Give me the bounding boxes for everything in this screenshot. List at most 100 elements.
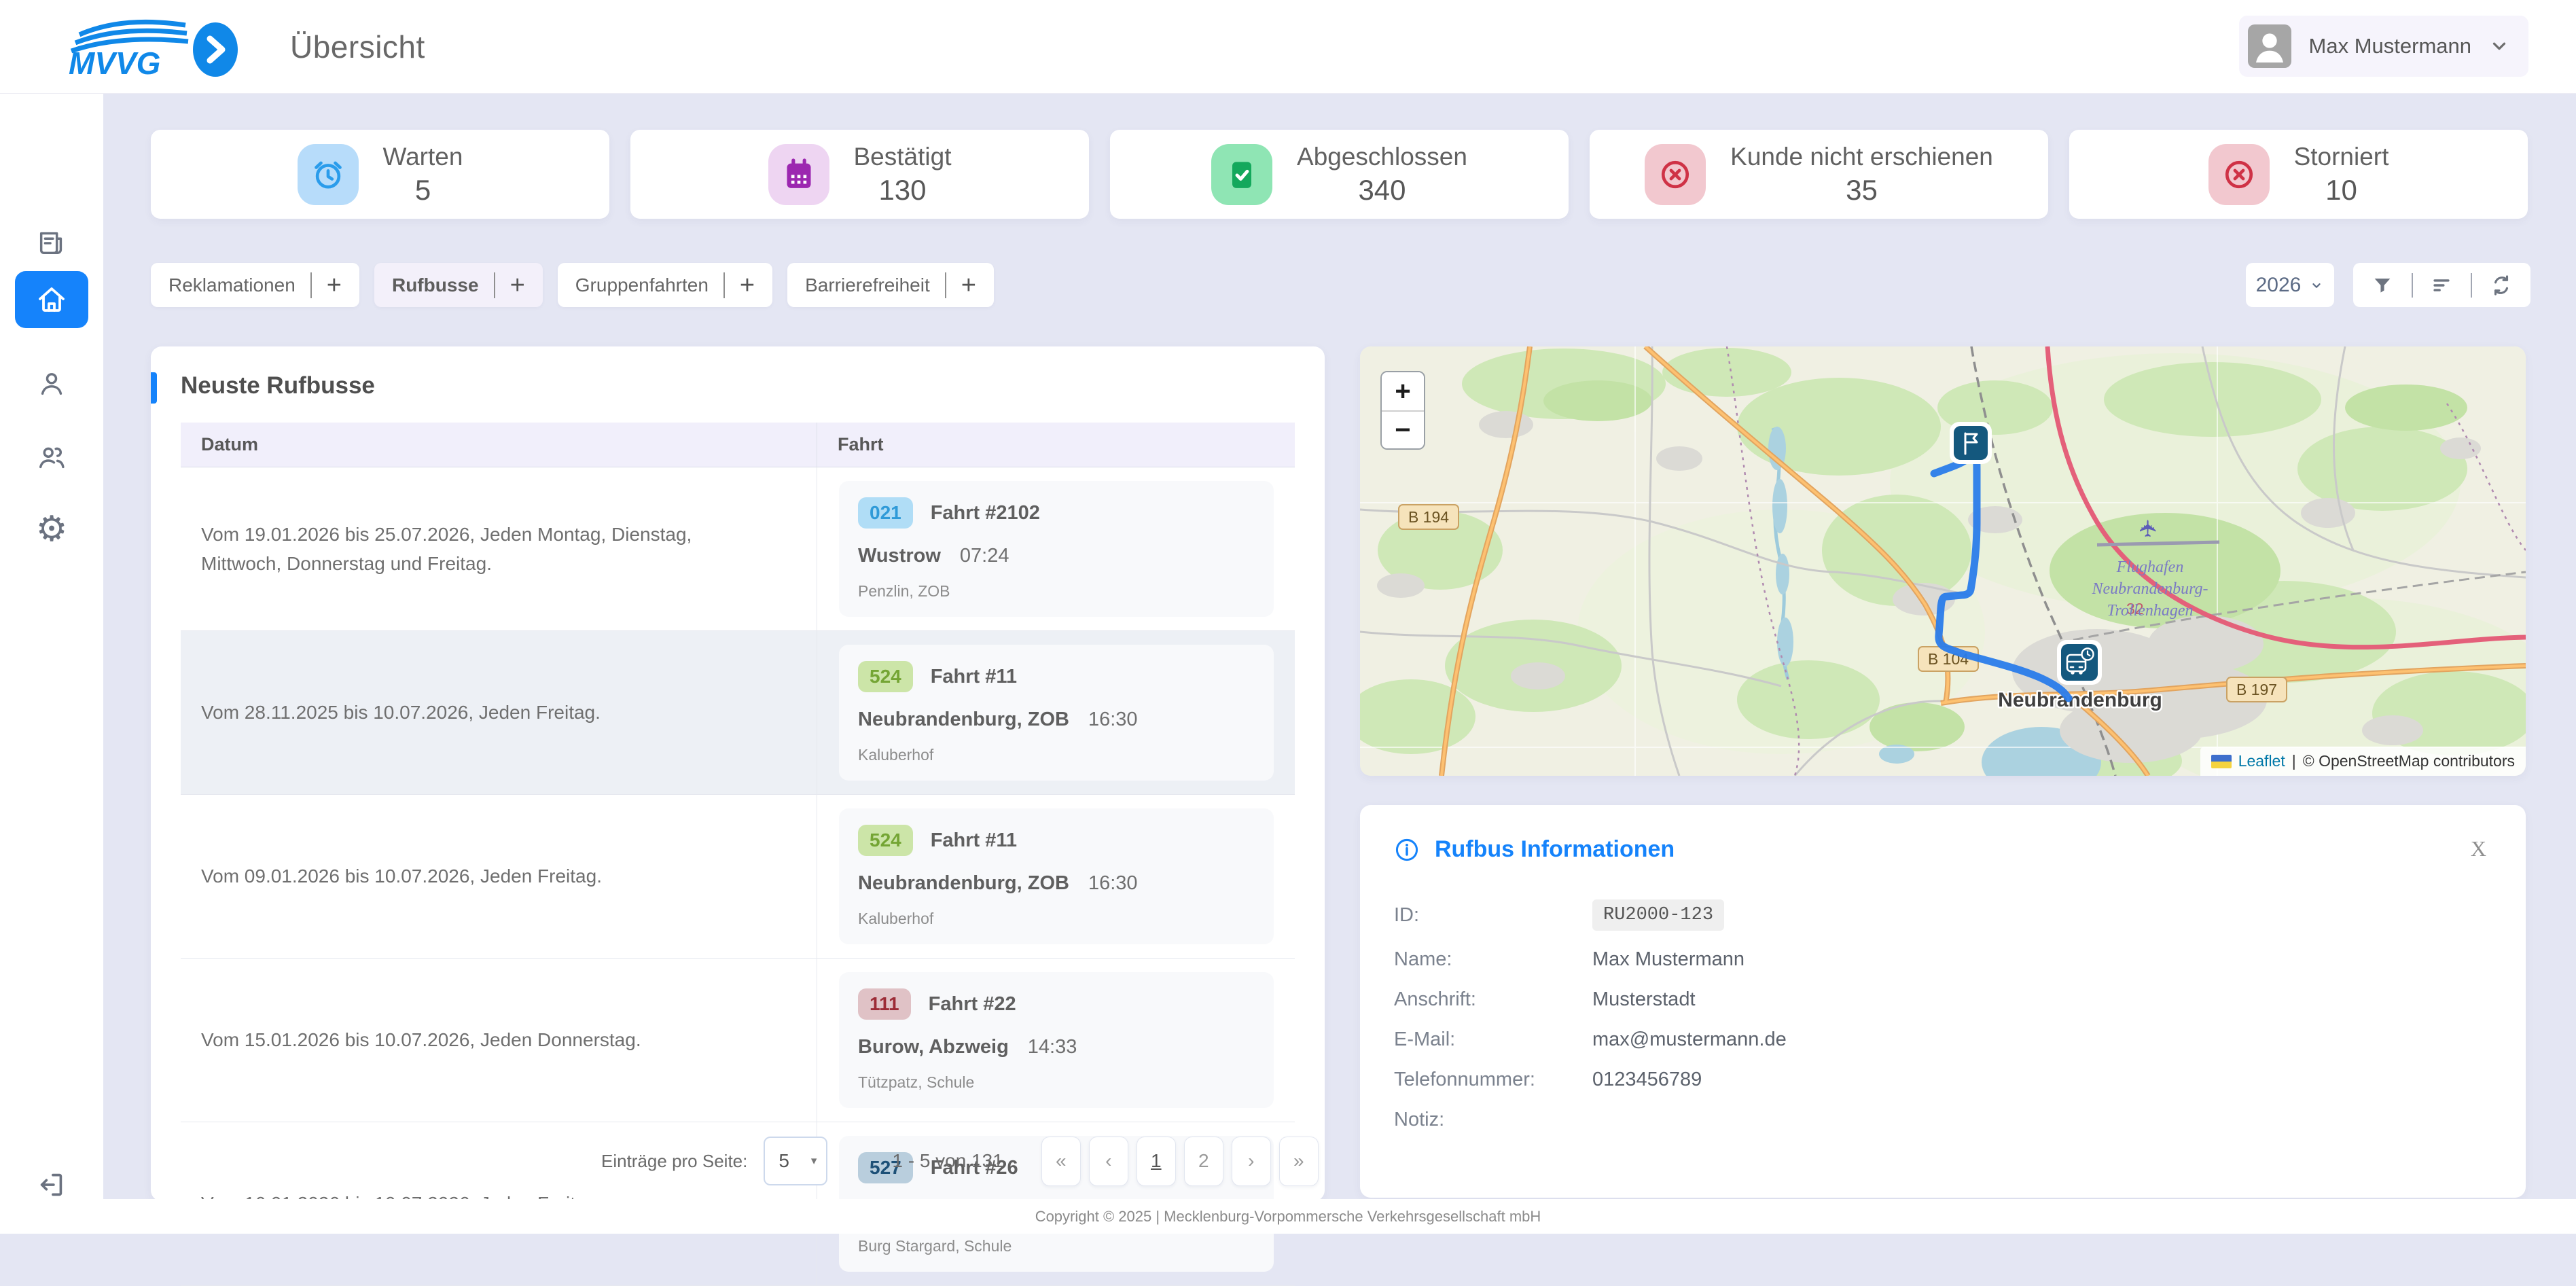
tab-gruppenfahrten[interactable]: Gruppenfahrten + xyxy=(558,263,772,307)
info-icon xyxy=(1394,837,1420,863)
airport-label-2: Neubrandenburg- xyxy=(2091,580,2208,598)
chevron-down-icon xyxy=(2489,36,2509,56)
status-value: 130 xyxy=(878,174,926,207)
sidebar-item-settings[interactable]: ⚙ xyxy=(35,513,68,546)
sidebar-item-home[interactable] xyxy=(15,271,88,328)
status-card-bestaetigt[interactable]: Bestätigt 130 xyxy=(630,130,1089,219)
field-value-id: RU2000-123 xyxy=(1592,899,1724,931)
bus-stop-marker[interactable] xyxy=(2057,640,2102,685)
ride-card[interactable]: 524 Fahrt #11 Neubrandenburg, ZOB 16:30 … xyxy=(839,808,1274,944)
sort-icon[interactable] xyxy=(2430,274,2453,297)
sidebar-item-customers[interactable] xyxy=(35,368,68,400)
field-value-telefonnummer: 0123456789 xyxy=(1592,1069,2492,1091)
logout-icon xyxy=(36,1169,67,1200)
accent-bar xyxy=(151,372,157,404)
plus-icon[interactable]: + xyxy=(740,272,755,298)
field-value-anschrift: Musterstadt xyxy=(1592,988,2492,1011)
page-2-button[interactable]: 2 xyxy=(1184,1137,1223,1186)
field-value-name: Max Mustermann xyxy=(1592,948,2492,971)
panel-title: Neuste Rufbusse xyxy=(151,346,1325,399)
person-icon xyxy=(36,368,67,399)
neuste-rufbusse-panel: Neuste Rufbusse Datum Fahrt Vom 19.01.20… xyxy=(151,346,1325,1201)
leaflet-link[interactable]: Leaflet xyxy=(2238,752,2285,770)
divider xyxy=(945,272,946,298)
per-page-value: 5 xyxy=(779,1150,789,1172)
column-header-datum[interactable]: Datum xyxy=(181,423,817,467)
pagination: Einträge pro Seite: 5 ▾ 1 - 5 von 131 « … xyxy=(151,1121,1325,1201)
map-zoom-control: + − xyxy=(1380,371,1425,450)
zoom-in-button[interactable]: + xyxy=(1382,372,1424,410)
ride-stop: Burow, Abzweig xyxy=(858,1036,1009,1058)
per-page-select[interactable]: 5 ▾ xyxy=(764,1137,827,1185)
sidebar-item-news[interactable] xyxy=(35,226,68,259)
year-dropdown[interactable]: 2026 xyxy=(2246,263,2334,307)
tab-label: Barrierefreiheit xyxy=(805,274,930,296)
table-row[interactable]: Vom 15.01.2026 bis 10.07.2026, Jeden Don… xyxy=(181,959,1295,1122)
tab-reklamationen[interactable]: Reklamationen + xyxy=(151,263,359,307)
status-card-warten[interactable]: Warten 5 xyxy=(151,130,609,219)
info-fields: ID: RU2000-123 Name: Max Mustermann Ansc… xyxy=(1394,899,2492,1131)
plus-icon[interactable]: + xyxy=(327,272,342,298)
ride-stop: Neubrandenburg, ZOB xyxy=(858,709,1069,731)
field-value-email: max@mustermann.de xyxy=(1592,1029,2492,1051)
status-label: Kunde nicht erschienen xyxy=(1730,143,1993,171)
refresh-icon[interactable] xyxy=(2490,274,2513,297)
check-tablet-icon xyxy=(1211,144,1272,205)
user-menu[interactable]: Max Mustermann xyxy=(2239,16,2528,77)
flag-marker[interactable] xyxy=(1950,422,1992,464)
tab-label: Gruppenfahrten xyxy=(575,274,709,296)
field-label-id: ID: xyxy=(1394,904,1592,927)
status-label: Warten xyxy=(383,143,463,171)
mvvg-logo[interactable]: MVVG xyxy=(37,14,241,79)
route-map[interactable]: 32 ✈ Flughafen Neubrandenburg- Trollenha… xyxy=(1360,346,2526,776)
people-icon xyxy=(36,442,67,473)
page-title: Übersicht xyxy=(290,29,425,65)
table-row[interactable]: Vom 09.01.2026 bis 10.07.2026, Jeden Fre… xyxy=(181,795,1295,959)
filter-icon[interactable] xyxy=(2371,274,2394,297)
ride-destination: Penzlin, ZOB xyxy=(858,582,1255,601)
field-label-notiz: Notiz: xyxy=(1394,1109,1592,1131)
page-1-button[interactable]: 1 xyxy=(1137,1137,1176,1186)
plus-icon[interactable]: + xyxy=(510,272,525,298)
divider xyxy=(2471,273,2472,298)
status-card-kunde-nicht-erschienen[interactable]: Kunde nicht erschienen 35 xyxy=(1590,130,2048,219)
prev-page-button[interactable]: ‹ xyxy=(1089,1137,1128,1186)
copyright-text: Copyright © 2025 | Mecklenburg-Vorpommer… xyxy=(1035,1208,1541,1226)
ride-card[interactable]: 111 Fahrt #22 Burow, Abzweig 14:33 Tützp… xyxy=(839,972,1274,1108)
logo-text: MVVG xyxy=(69,46,160,79)
line-badge: 111 xyxy=(858,988,911,1020)
ride-card[interactable]: 524 Fahrt #11 Neubrandenburg, ZOB 16:30 … xyxy=(839,645,1274,781)
status-label: Storniert xyxy=(2294,143,2389,171)
ride-destination: Kaluberhof xyxy=(858,910,1255,928)
tab-barrierefreiheit[interactable]: Barrierefreiheit + xyxy=(787,263,994,307)
last-page-button[interactable]: » xyxy=(1279,1137,1319,1186)
line-badge: 021 xyxy=(858,497,913,529)
first-page-button[interactable]: « xyxy=(1041,1137,1081,1186)
table-row-selected[interactable]: Vom 28.11.2025 bis 10.07.2026, Jeden Fre… xyxy=(181,631,1295,795)
close-icon[interactable]: X xyxy=(2471,836,2486,861)
sidebar-item-team[interactable] xyxy=(35,441,68,474)
table-row[interactable]: Vom 19.01.2026 bis 25.07.2026, Jeden Mon… xyxy=(181,467,1295,631)
status-card-storniert[interactable]: Storniert 10 xyxy=(2069,130,2528,219)
zoom-out-button[interactable]: − xyxy=(1382,410,1424,448)
ride-stop: Wustrow xyxy=(858,545,941,567)
datum-cell: Vom 19.01.2026 bis 25.07.2026, Jeden Mon… xyxy=(181,467,817,630)
ride-stop: Neubrandenburg, ZOB xyxy=(858,872,1069,895)
table-tools xyxy=(2353,263,2530,307)
plus-icon[interactable]: + xyxy=(961,272,976,298)
road-b197-shield: B 197 xyxy=(2236,681,2277,698)
ride-time: 16:30 xyxy=(1088,709,1138,731)
next-page-button[interactable]: › xyxy=(1232,1137,1271,1186)
ride-card[interactable]: 021 Fahrt #2102 Wustrow 07:24 Penzlin, Z… xyxy=(839,481,1274,617)
status-card-abgeschlossen[interactable]: Abgeschlossen 340 xyxy=(1110,130,1569,219)
column-header-fahrt[interactable]: Fahrt xyxy=(817,423,1295,467)
newspaper-icon xyxy=(36,227,67,258)
tab-rufbusse[interactable]: Rufbusse + xyxy=(374,263,543,307)
main-content: Warten 5 Bestätigt 130 xyxy=(103,93,2576,1199)
ukraine-flag-icon xyxy=(2211,755,2232,768)
field-label-email: E-Mail: xyxy=(1394,1029,1592,1051)
rufbus-info-panel: Rufbus Informationen X ID: RU2000-123 Na… xyxy=(1360,805,2526,1198)
ride-destination: Burg Stargard, Schule xyxy=(858,1237,1255,1255)
sidebar-item-logout[interactable] xyxy=(35,1168,68,1201)
map-canvas[interactable]: 32 ✈ Flughafen Neubrandenburg- Trollenha… xyxy=(1360,346,2526,776)
